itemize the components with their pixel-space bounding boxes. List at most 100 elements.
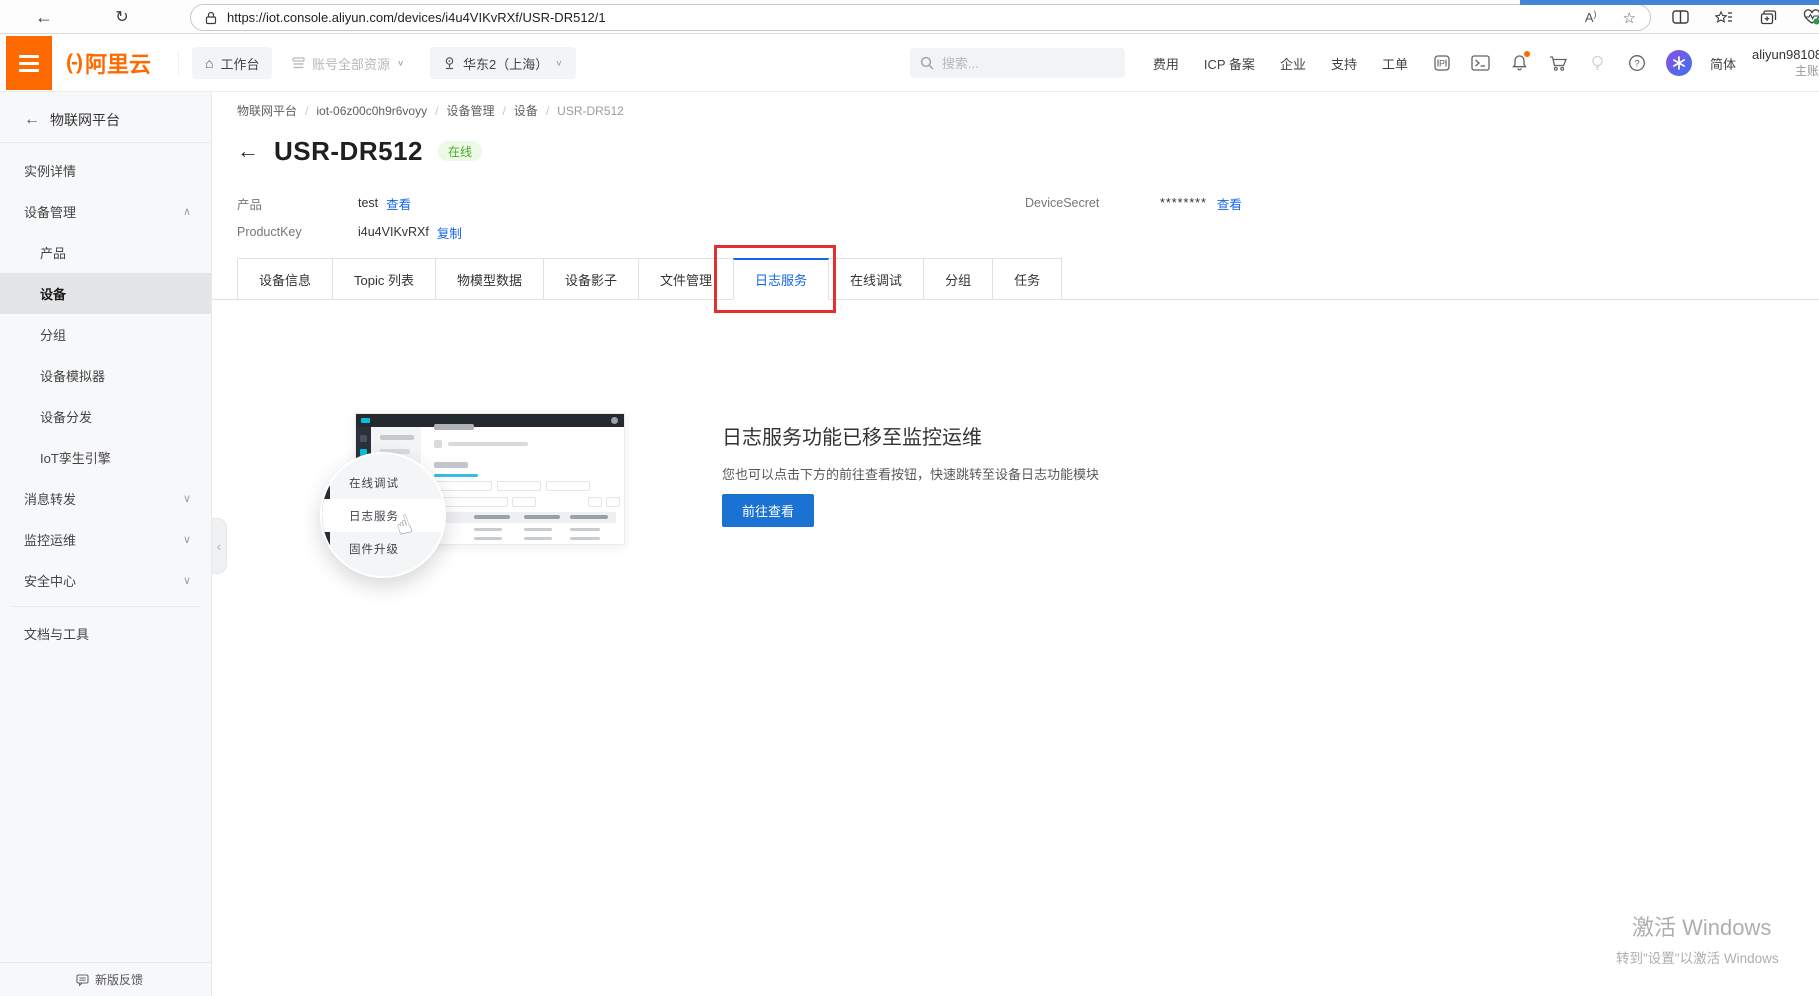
tab[interactable]: 分组 (923, 258, 993, 300)
back-icon: ← (35, 7, 53, 28)
chevron-down-icon: ∨ (555, 59, 562, 68)
notice-description: 您也可以点击下方的前往查看按钮，快速跳转至设备日志功能模块 (722, 464, 1099, 483)
device-title-row: ← USR-DR512 在线 (237, 132, 482, 170)
mini-header (356, 414, 624, 427)
collections-icon[interactable] (1756, 5, 1780, 29)
devicesecret-info-row: DeviceSecret ******** 查看 (1025, 194, 1242, 212)
chevron-icon (183, 492, 191, 505)
split-screen-icon[interactable] (1668, 5, 1692, 29)
app-avatar-icon[interactable] (1666, 50, 1692, 76)
mini-logo (361, 418, 370, 423)
sidebar-item[interactable]: 设备管理 (0, 191, 211, 232)
tab[interactable]: 任务 (992, 258, 1062, 300)
sidebar-item[interactable]: 消息转发 (0, 478, 211, 519)
sidebar-item[interactable]: 产品 (0, 232, 211, 273)
tab[interactable]: Topic 列表 (332, 258, 436, 300)
tab[interactable]: 设备信息 (237, 258, 333, 300)
tab[interactable]: 设备影子 (543, 258, 639, 300)
tab[interactable]: 日志服务 (733, 258, 829, 300)
sidebar-item[interactable]: 设备 (0, 273, 211, 314)
productkey-info-row: ProductKey i4u4VIKvRXf 复制 (237, 223, 462, 241)
breadcrumb-item[interactable]: iot-06z00c0h9r6voyy (297, 104, 427, 118)
bar (606, 497, 620, 507)
lightbulb-icon[interactable] (1588, 53, 1608, 73)
device-name: USR-DR512 (274, 136, 423, 167)
browser-essentials-icon[interactable] (1800, 5, 1819, 29)
region-selector[interactable]: 华东2（上海） ∨ (430, 47, 576, 79)
url-text: https://iot.console.aliyun.com/devices/i… (227, 10, 606, 25)
breadcrumb-item[interactable]: USR-DR512 (538, 104, 624, 118)
breadcrumb-item[interactable]: 设备 (494, 102, 537, 119)
browser-toolbar: ← ↻ https://iot.console.aliyun.com/devic… (0, 0, 1819, 34)
sidebar-collapse-handle[interactable]: ‹ (212, 518, 227, 574)
nav-link[interactable]: 企业 (1280, 54, 1306, 73)
breadcrumb-item[interactable]: 物联网平台 (237, 102, 297, 119)
bar (524, 515, 560, 519)
address-bar-actions: A) ☆ (1585, 9, 1636, 27)
breadcrumb-item[interactable]: 设备管理 (427, 102, 494, 119)
account-menu[interactable]: aliyun98108.. 主账 (1752, 47, 1819, 79)
magnifier-menu-item: 日志服务 (322, 499, 444, 532)
hamburger-menu-button[interactable] (6, 36, 52, 90)
sidebar-item[interactable]: 实例详情 (0, 150, 211, 191)
account-resources-dropdown[interactable]: 账号全部资源 ∨ (292, 47, 404, 79)
bar (512, 497, 536, 507)
browser-refresh-button[interactable]: ↻ (108, 3, 136, 31)
nav-link[interactable]: ICP 备案 (1204, 54, 1255, 73)
feedback-button[interactable]: 新版反馈 (0, 962, 211, 996)
nav-link[interactable]: 费用 (1153, 54, 1179, 73)
page-back-button[interactable]: ← (237, 138, 259, 164)
aliyun-logo-mark: (-) (66, 51, 81, 75)
go-view-button[interactable]: 前往查看 (722, 494, 814, 527)
api-icon[interactable]: P (1432, 53, 1452, 73)
refresh-icon: ↻ (115, 7, 128, 27)
devicesecret-view-link[interactable]: 查看 (1217, 194, 1242, 213)
help-icon[interactable]: ? (1627, 53, 1647, 73)
terminal-icon[interactable] (1471, 53, 1491, 73)
language-toggle[interactable]: 简体 (1710, 54, 1736, 73)
tab[interactable]: 文件管理 (638, 258, 734, 300)
sidebar-item[interactable]: 设备模拟器 (0, 355, 211, 396)
top-nav-links: 费用 ICP 备案 企业 支持 工单 (1153, 54, 1408, 73)
svg-text:P: P (1439, 59, 1445, 69)
browser-back-button[interactable]: ← (30, 3, 58, 31)
divider (0, 142, 211, 143)
lock-icon (205, 11, 217, 25)
sidebar-item[interactable]: 安全中心 (0, 560, 211, 601)
address-bar[interactable]: https://iot.console.aliyun.com/devices/i… (190, 4, 1651, 31)
bar (497, 481, 541, 491)
sidebar-item[interactable]: IoT孪生引擎 (0, 437, 211, 478)
workbench-button[interactable]: ⌂ 工作台 (192, 47, 272, 79)
sidebar-item[interactable]: 文档与工具 (0, 613, 211, 654)
product-view-link[interactable]: 查看 (386, 194, 411, 213)
bar (434, 440, 442, 448)
read-aloud-icon[interactable]: A) (1585, 10, 1597, 25)
sidebar-item[interactable]: 监控运维 (0, 519, 211, 560)
aliyun-logo[interactable]: (-) 阿里云 (66, 34, 151, 92)
productkey-copy-link[interactable]: 复制 (437, 223, 462, 242)
magnifier-menu-item: 在线调试 (322, 466, 444, 499)
tab[interactable]: 物模型数据 (435, 258, 544, 300)
browser-action-icons (1668, 0, 1819, 34)
global-search[interactable] (910, 48, 1125, 78)
notification-dot (1524, 51, 1530, 57)
sidebar-item[interactable]: 设备分发 (0, 396, 211, 437)
bar (570, 537, 600, 540)
devicesecret-label: DeviceSecret (1025, 196, 1160, 210)
cart-icon[interactable] (1549, 53, 1569, 73)
search-input[interactable] (942, 56, 1102, 71)
sidebar-item[interactable]: 分组 (0, 314, 211, 355)
nav-link[interactable]: 工单 (1382, 54, 1408, 73)
nav-link[interactable]: 支持 (1331, 54, 1357, 73)
device-tabs: 设备信息 Topic 列表 物模型数据 设备影子 (237, 258, 1062, 300)
account-type: 主账 (1752, 62, 1819, 79)
sidebar-back-button[interactable]: ← 物联网平台 (0, 106, 120, 134)
bar (474, 515, 510, 519)
tab[interactable]: 在线调试 (828, 258, 924, 300)
favorites-bar-icon[interactable] (1712, 5, 1736, 29)
bar (546, 481, 590, 491)
favorite-star-icon[interactable]: ☆ (1623, 9, 1636, 27)
back-arrow-icon: ← (24, 111, 40, 129)
status-badge: 在线 (438, 141, 482, 161)
notification-bell-icon[interactable] (1510, 53, 1530, 73)
